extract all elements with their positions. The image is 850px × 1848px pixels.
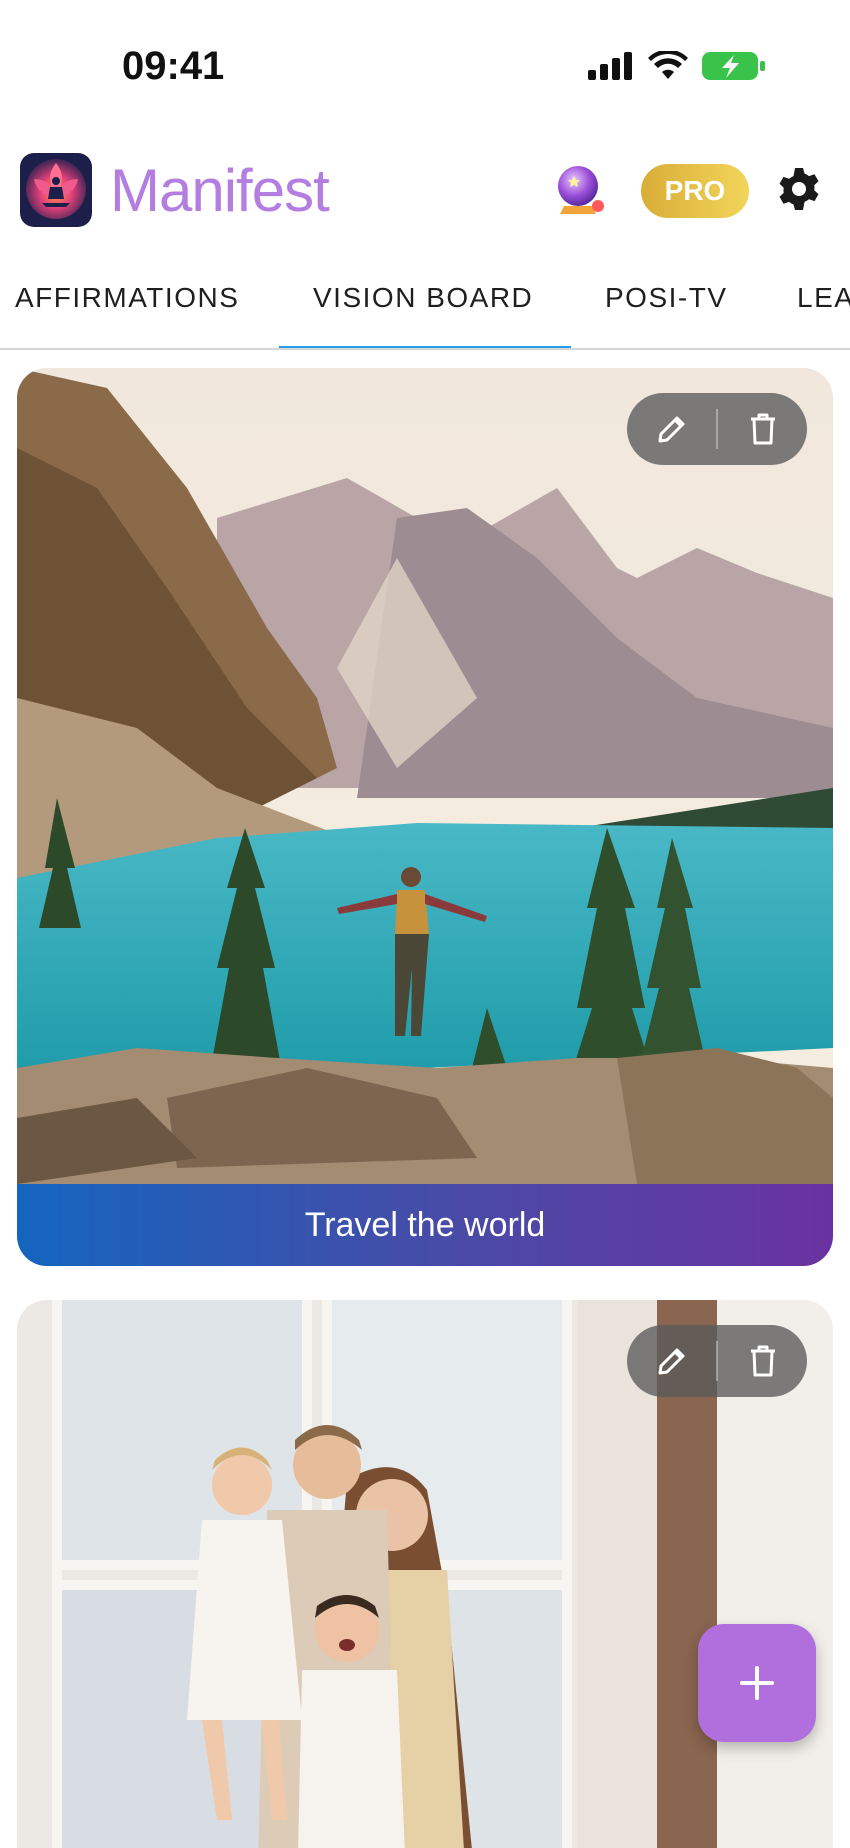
pro-badge-button[interactable]: PRO (641, 164, 749, 218)
mountain-lake-traveler-photo (17, 368, 833, 1184)
plus-icon (740, 1666, 774, 1700)
vision-card[interactable] (17, 1300, 833, 1848)
trash-icon[interactable] (718, 393, 807, 465)
tab-learn[interactable]: LEA (797, 282, 850, 314)
add-vision-button[interactable] (698, 1624, 816, 1742)
tab-bar: AFFIRMATIONS VISION BOARD POSI-TV LEA (0, 270, 850, 350)
gear-icon[interactable] (776, 166, 822, 217)
card-caption: Travel the world (17, 1184, 833, 1266)
status-icons (588, 50, 766, 82)
card-actions (627, 393, 807, 465)
wifi-icon (648, 51, 688, 79)
tab-vision-board[interactable]: VISION BOARD (313, 282, 533, 314)
battery-charging-icon (702, 52, 765, 80)
crystal-ball-icon[interactable] (552, 162, 610, 220)
active-tab-indicator (279, 346, 571, 348)
signal-icon (588, 52, 632, 80)
status-time: 09:41 (122, 44, 225, 88)
pencil-icon[interactable] (627, 393, 716, 465)
trash-icon[interactable] (718, 1325, 807, 1397)
status-bar: 09:41 (0, 0, 850, 135)
card-actions (627, 1325, 807, 1397)
app-title: Manifest (110, 157, 330, 224)
pencil-icon[interactable] (627, 1325, 716, 1397)
app-logo-icon (20, 153, 92, 227)
tab-affirmations[interactable]: AFFIRMATIONS (15, 282, 239, 314)
vision-card[interactable]: Travel the world (17, 368, 833, 1266)
tab-posi-tv[interactable]: POSI-TV (605, 282, 728, 314)
app-header: Manifest PRO (0, 150, 850, 230)
